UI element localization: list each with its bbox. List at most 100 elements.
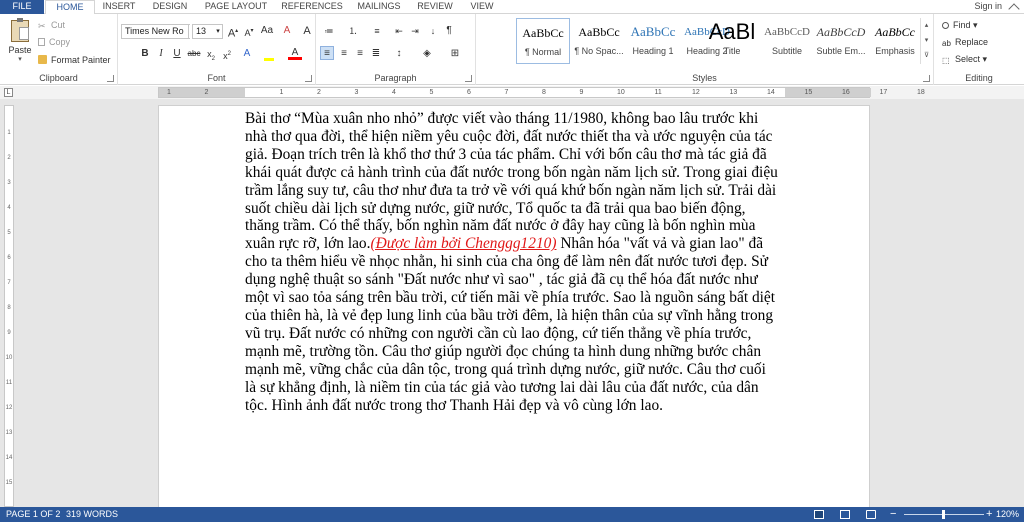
paragraph-launcher-icon[interactable] xyxy=(465,75,472,82)
strikethrough-icon[interactable]: abc xyxy=(186,47,202,61)
vertical-ruler-number: 11 xyxy=(5,380,13,386)
change-case-icon[interactable]: Aa xyxy=(260,24,274,38)
page-count[interactable]: PAGE 1 OF 2 xyxy=(6,507,60,522)
ruler-number: 1 xyxy=(167,89,171,96)
zoom-level[interactable]: 120% xyxy=(996,507,1019,522)
vertical-ruler[interactable]: 1 2 3 4 5 6 7 8 9 10 11 12 13 14 15 xyxy=(4,105,14,507)
copy-button[interactable]: Copy xyxy=(38,37,70,48)
word-count[interactable]: 319 WORDS xyxy=(66,507,118,522)
tab-references[interactable]: REFERENCES xyxy=(276,0,348,14)
style-normal[interactable]: AaBbCc ¶ Normal xyxy=(516,18,570,64)
tab-insert[interactable]: INSERT xyxy=(96,0,142,14)
body-text-part2: Nhân hóa "vất vả và gian lao" đã cho ta … xyxy=(245,235,776,414)
subscript-icon[interactable]: x2 xyxy=(204,47,218,62)
tab-selector-icon[interactable]: L xyxy=(4,88,13,97)
document-body[interactable]: Bài thơ “Mùa xuân nho nhỏ” được viết vào… xyxy=(245,110,785,414)
paste-button[interactable]: Paste ▾ xyxy=(6,18,34,68)
zoom-out-icon[interactable]: − xyxy=(890,507,896,522)
ruler-number: 11 xyxy=(654,89,662,96)
text-effects-icon[interactable]: A xyxy=(300,24,314,38)
collapse-ribbon-icon[interactable] xyxy=(1008,3,1020,15)
tab-page-layout[interactable]: PAGE LAYOUT xyxy=(198,0,274,14)
tab-review[interactable]: REVIEW xyxy=(410,0,460,14)
ruler-number: 15 xyxy=(804,89,813,96)
ribbon: Paste ▾ ✂ Cut Copy Format Painter Clipboa… xyxy=(0,14,1024,85)
align-left-icon[interactable]: ≡ xyxy=(320,46,334,60)
align-center-icon[interactable]: ≡ xyxy=(337,47,351,61)
clear-formatting-icon[interactable]: A xyxy=(280,24,294,38)
paragraph-group-label: Paragraph xyxy=(374,73,417,83)
tab-design[interactable]: DESIGN xyxy=(142,0,198,14)
clipboard-launcher-icon[interactable] xyxy=(107,75,114,82)
horizontal-ruler[interactable]: 1 2 1 2 3 4 5 6 7 8 9 10 11 12 13 14 15 16 17 18 xyxy=(158,87,925,98)
shading-icon[interactable]: ◈ xyxy=(420,47,434,61)
format-painter-button[interactable]: Format Painter xyxy=(38,55,111,66)
superscript-icon[interactable]: x2 xyxy=(220,47,234,61)
paste-dropdown-icon[interactable]: ▾ xyxy=(6,55,34,63)
ruler-number: 8 xyxy=(542,89,546,96)
style-subtitle[interactable]: AaBbCcD Subtitle xyxy=(760,18,814,64)
line-spacing-icon[interactable]: ↕ xyxy=(392,47,406,61)
highlight-icon[interactable] xyxy=(262,47,276,61)
bullets-icon[interactable]: ≔ xyxy=(322,24,336,38)
numbering-icon[interactable]: ⒈ xyxy=(346,24,360,38)
tab-mailings[interactable]: MAILINGS xyxy=(350,0,408,14)
styles-launcher-icon[interactable] xyxy=(923,75,930,82)
grow-font-icon[interactable]: A▴ xyxy=(226,24,240,40)
show-marks-icon[interactable]: ¶ xyxy=(442,24,456,38)
ruler-number: 3 xyxy=(354,89,359,96)
web-layout-icon[interactable] xyxy=(866,510,876,519)
sign-in-link[interactable]: Sign in xyxy=(974,0,1002,13)
styles-scroll[interactable]: ▴ ▾ ⊽ xyxy=(920,18,932,64)
tab-home[interactable]: HOME xyxy=(45,0,95,15)
tab-file[interactable]: FILE xyxy=(0,0,44,14)
bold-icon[interactable]: B xyxy=(138,47,152,61)
align-right-icon[interactable]: ≡ xyxy=(353,47,367,61)
style-subtle-emphasis-preview: AaBbCcD xyxy=(816,25,866,39)
increase-indent-icon[interactable]: ⇥ xyxy=(408,24,422,38)
print-layout-icon[interactable] xyxy=(840,510,850,519)
select-button[interactable]: ⬚ Select ▾ xyxy=(942,54,987,65)
style-heading-1[interactable]: AaBbCc Heading 1 xyxy=(626,18,680,64)
borders-icon[interactable]: ⊞ xyxy=(448,47,462,61)
style-emphasis[interactable]: AaBbCc Emphasis xyxy=(868,18,922,64)
style-heading-1-label: Heading 1 xyxy=(632,46,674,56)
font-group-label: Font xyxy=(207,73,226,83)
clipboard-group-label: Clipboard xyxy=(39,73,78,83)
ruler-number: 9 xyxy=(579,89,584,96)
font-launcher-icon[interactable] xyxy=(305,75,312,82)
ruler-number: 4 xyxy=(392,89,396,96)
font-name-field[interactable]: Times New Ro xyxy=(121,24,189,39)
read-mode-icon[interactable] xyxy=(814,510,824,519)
decrease-indent-icon[interactable]: ⇤ xyxy=(392,24,406,38)
replace-button[interactable]: ab Replace xyxy=(942,37,988,48)
ruler-number: 18 xyxy=(917,89,925,96)
shrink-font-icon[interactable]: A▾ xyxy=(242,24,256,38)
zoom-slider-thumb[interactable] xyxy=(942,510,945,519)
style-no-spacing[interactable]: AaBbCc ¶ No Spac... xyxy=(572,18,626,64)
ruler-number: 6 xyxy=(467,89,471,96)
find-button[interactable]: Find ▾ xyxy=(942,20,978,31)
tab-view[interactable]: VIEW xyxy=(460,0,504,14)
cut-button[interactable]: ✂ Cut xyxy=(38,20,65,31)
style-subtle-emphasis[interactable]: AaBbCcD Subtle Em... xyxy=(814,18,868,64)
justify-icon[interactable]: ≣ xyxy=(369,47,383,61)
ruler-right-margin xyxy=(785,88,871,97)
paintbrush-icon xyxy=(38,55,47,64)
font-color-icon[interactable]: A xyxy=(288,47,302,60)
select-label: Select xyxy=(955,54,981,64)
multilevel-list-icon[interactable]: ≡ xyxy=(370,24,384,38)
italic-icon[interactable]: I xyxy=(154,47,168,61)
vertical-ruler-number: 15 xyxy=(5,480,13,486)
format-painter-label: Format Painter xyxy=(51,55,111,65)
font-size-dropdown-icon[interactable]: ▾ xyxy=(214,24,223,39)
text-effects-color-icon[interactable]: A xyxy=(240,47,254,61)
ruler-number: 1 xyxy=(279,89,284,96)
document-page[interactable]: Bài thơ “Mùa xuân nho nhỏ” được viết vào… xyxy=(158,105,870,515)
style-title[interactable]: AaBl Title xyxy=(704,18,760,64)
zoom-in-icon[interactable]: + xyxy=(986,507,992,522)
word-window: FILE HOME INSERT DESIGN PAGE LAYOUT REFE… xyxy=(0,0,1024,522)
sort-icon[interactable]: ↓ xyxy=(426,24,440,38)
underline-icon[interactable]: U xyxy=(170,47,184,61)
editing-group-label: Editing xyxy=(965,73,993,83)
